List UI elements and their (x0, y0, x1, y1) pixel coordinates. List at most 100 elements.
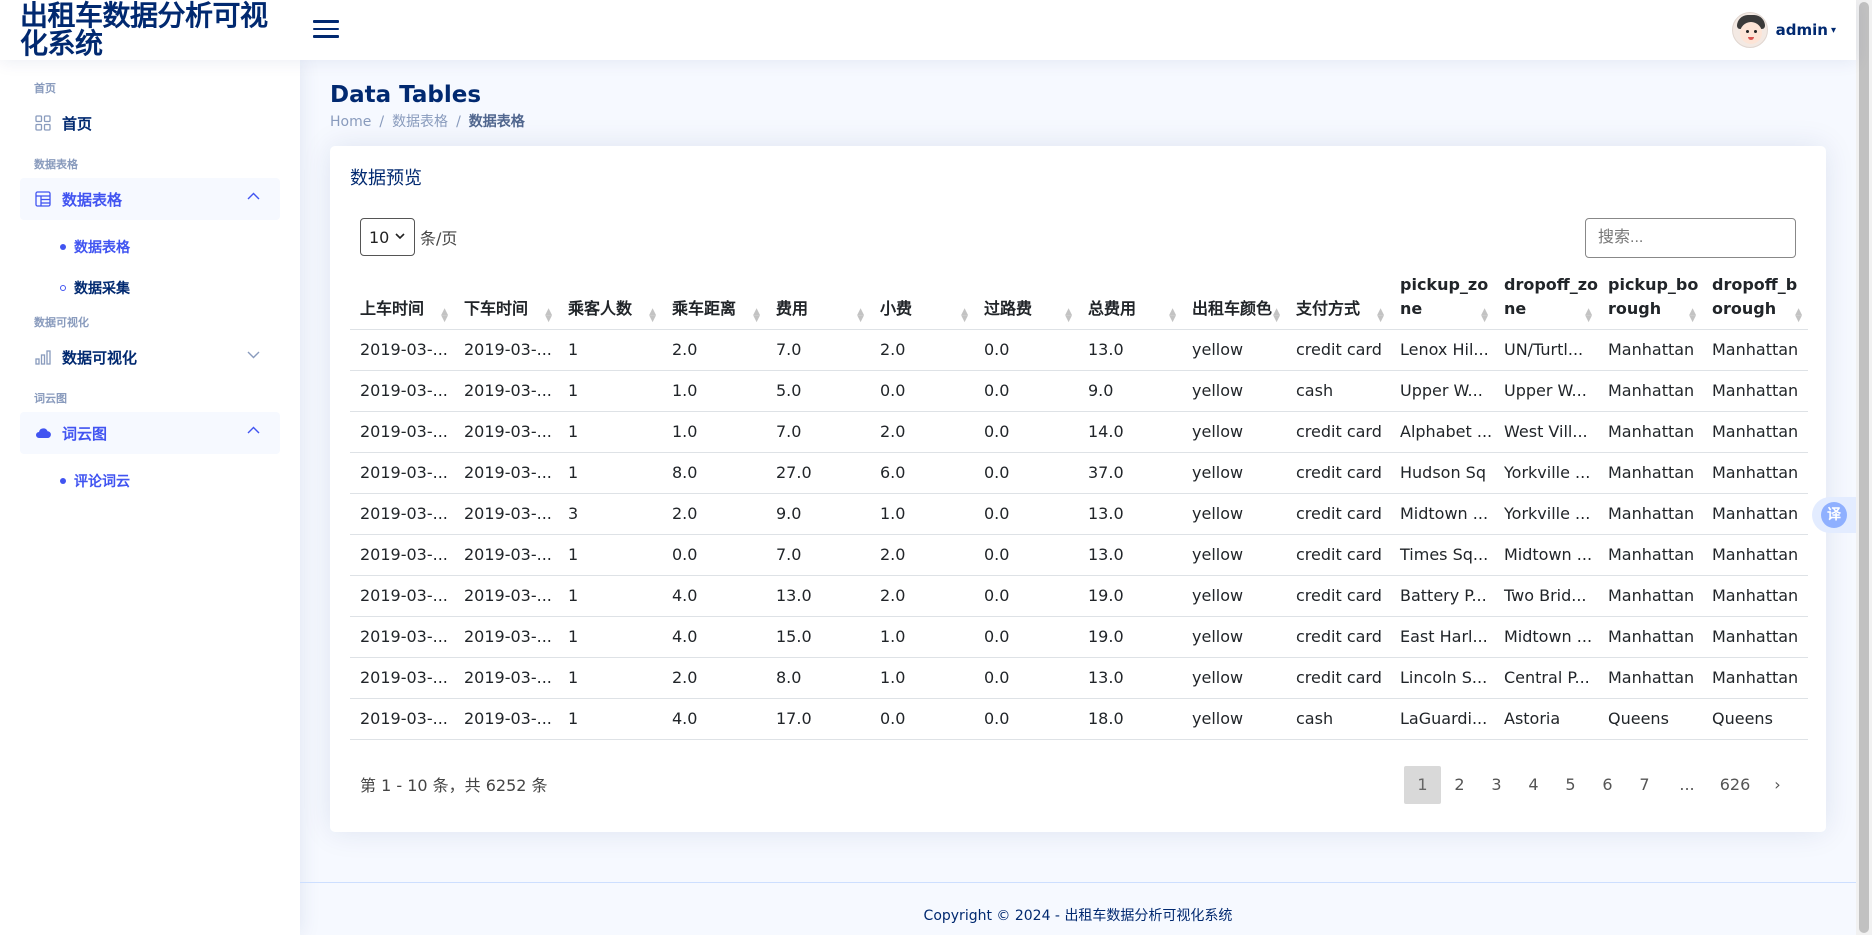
table-cell: 1 (558, 452, 662, 494)
sort-icon[interactable]: ▲ ▼ (441, 307, 448, 323)
column-header[interactable]: 费用 ▲ ▼ (766, 270, 870, 330)
table-cell: 27.0 (766, 452, 870, 494)
footer-link[interactable]: 出租车数据分析可视化系统 (1064, 908, 1232, 924)
sort-icon[interactable]: ▲ ▼ (753, 307, 760, 323)
footer-copyright: Copyright © 2024 - (923, 908, 1065, 924)
table-cell: Manhattan (1598, 616, 1702, 658)
table-body: 2019-03-... 2019-03-... 1 2.0 7.0 2.0 0.0 13.0 y… (350, 329, 1808, 740)
table-cell: 2019-03-... (350, 493, 454, 535)
column-header[interactable]: 乘车距离 ▲ ▼ (662, 270, 766, 330)
table-cell: 1 (558, 411, 662, 453)
table-cell: Upper W... (1390, 370, 1494, 412)
sort-icon[interactable]: ▲ ▼ (545, 307, 552, 323)
sort-icon[interactable]: ▲ ▼ (1689, 307, 1696, 323)
card-title: 数据预览 (350, 168, 422, 189)
sidebar-subitem-collection[interactable]: 数据采集 (20, 273, 280, 303)
breadcrumb-tables[interactable]: 数据表格 (392, 114, 448, 130)
table-cell: 13.0 (1078, 493, 1182, 535)
table-cell: 7.0 (766, 329, 870, 371)
sidebar-item-home[interactable]: 首页 (20, 102, 280, 144)
table-cell: Battery P... (1390, 575, 1494, 617)
table-row: 2019-03-... 2019-03-... 1 4.0 13.0 2.0 0.0 19.0… (350, 575, 1808, 617)
sort-icon[interactable]: ▲ ▼ (1585, 307, 1592, 323)
nav-heading-home: 首页 (34, 82, 56, 95)
sidebar-item-label: 数据表格 (62, 190, 123, 209)
table-row: 2019-03-... 2019-03-... 1 0.0 7.0 2.0 0.0 13.0 y… (350, 534, 1808, 576)
column-header-label: 总费用 (1088, 298, 1137, 318)
column-header[interactable]: 支付方式 ▲ ▼ (1286, 270, 1390, 330)
sort-icon[interactable]: ▲ ▼ (1481, 307, 1488, 323)
sidebar-subitem-label: 评论词云 (74, 474, 130, 490)
page-button[interactable]: 626 (1711, 766, 1759, 804)
sort-icon[interactable]: ▲ ▼ (1169, 307, 1176, 323)
sort-icon[interactable]: ▲ ▼ (1377, 307, 1384, 323)
page-button[interactable]: 3 (1478, 766, 1515, 804)
table-cell: 2019-03-... (350, 575, 454, 617)
table-cell: 2019-03-... (350, 616, 454, 658)
table-cell: 1.0 (662, 370, 766, 412)
profile-dropdown[interactable]: admin ▾ (1731, 12, 1836, 48)
page-button[interactable]: 7 (1626, 766, 1663, 804)
sort-icon[interactable]: ▲ ▼ (1273, 307, 1280, 323)
table-cell: 2.0 (662, 329, 766, 371)
translate-float-button[interactable]: 译 (1812, 497, 1856, 533)
table-cell: yellow (1182, 411, 1286, 453)
table-cell: 0.0 (974, 698, 1078, 740)
sort-icon[interactable]: ▲ ▼ (857, 307, 864, 323)
table-cell: 13.0 (1078, 534, 1182, 576)
sort-icon[interactable]: ▲ ▼ (649, 307, 656, 323)
scrollbar[interactable] (1856, 0, 1872, 935)
chevron-up-icon (247, 424, 260, 441)
column-header[interactable]: 上车时间 ▲ ▼ (350, 270, 454, 330)
column-header[interactable]: 下车时间 ▲ ▼ (454, 270, 558, 330)
page-button[interactable]: 2 (1441, 766, 1478, 804)
table-cell: credit card (1286, 452, 1390, 494)
table-cell: Manhattan (1702, 616, 1808, 658)
column-header[interactable]: 总费用 ▲ ▼ (1078, 270, 1182, 330)
sidebar-subitem-tables[interactable]: 数据表格 (20, 232, 280, 262)
sort-icon[interactable]: ▲ ▼ (1065, 307, 1072, 323)
table-cell: cash (1286, 698, 1390, 740)
table-icon (34, 190, 52, 208)
column-header[interactable]: pickup_bo rough ▲ ▼ (1598, 270, 1702, 330)
sidebar: 首页 首页 数据表格 数据表格 数据表格 数据采集 数据可视化 数据可视化 词云… (0, 60, 300, 935)
column-header[interactable]: dropoff_b orough ▲ ▼ (1702, 270, 1808, 330)
column-header[interactable]: 乘客人数 ▲ ▼ (558, 270, 662, 330)
app-logo-title[interactable]: 出租车数据分析可视化系统 (20, 2, 290, 58)
per-page-select[interactable]: 10 (360, 218, 415, 256)
sidebar-subitem-comment-cloud[interactable]: 评论词云 (20, 466, 280, 496)
page-title: Data Tables (330, 82, 482, 108)
page-button[interactable]: 5 (1552, 766, 1589, 804)
sidebar-item-wordcloud[interactable]: 词云图 (20, 412, 280, 454)
breadcrumb-home[interactable]: Home (330, 114, 371, 130)
column-header[interactable]: 过路费 ▲ ▼ (974, 270, 1078, 330)
search-input[interactable] (1585, 218, 1796, 258)
column-header[interactable]: pickup_zo ne ▲ ▼ (1390, 270, 1494, 330)
column-header-label: 小费 (880, 298, 913, 318)
table-cell: 1 (558, 698, 662, 740)
page-button[interactable]: 1 (1404, 766, 1441, 804)
table-cell: 9.0 (766, 493, 870, 535)
table-cell: yellow (1182, 575, 1286, 617)
sort-icon[interactable]: ▲ ▼ (961, 307, 968, 323)
table-cell: Manhattan (1702, 452, 1808, 494)
translate-icon: 译 (1821, 502, 1847, 528)
sort-icon[interactable]: ▲ ▼ (1795, 307, 1802, 323)
page-button[interactable]: 4 (1515, 766, 1552, 804)
table-cell: 0.0 (974, 411, 1078, 453)
column-header[interactable]: 小费 ▲ ▼ (870, 270, 974, 330)
column-header[interactable]: 出租车颜色 ▲ ▼ (1182, 270, 1286, 330)
sidebar-item-tables[interactable]: 数据表格 (20, 178, 280, 220)
sidebar-item-visualization[interactable]: 数据可视化 (20, 336, 280, 378)
scrollbar-thumb[interactable] (1859, 2, 1869, 933)
table-cell: 0.0 (974, 452, 1078, 494)
menu-toggle-icon[interactable] (313, 17, 339, 43)
column-header[interactable]: dropoff_zo ne ▲ ▼ (1494, 270, 1598, 330)
table-cell: 9.0 (1078, 370, 1182, 412)
page-ellipsis: ... (1679, 775, 1695, 794)
page-button[interactable]: 6 (1589, 766, 1626, 804)
data-preview-card: 数据预览 10 条/页 上车时间 ▲▼ 下车时间 ▲▼ 乘客人数 ▲▼ 乘车距离 ▲▼ 费用 ▲▼… (330, 146, 1826, 832)
next-page-button[interactable]: › (1759, 766, 1796, 804)
table-cell: 2019-03-... (454, 452, 558, 494)
breadcrumb-current: 数据表格 (468, 114, 525, 130)
